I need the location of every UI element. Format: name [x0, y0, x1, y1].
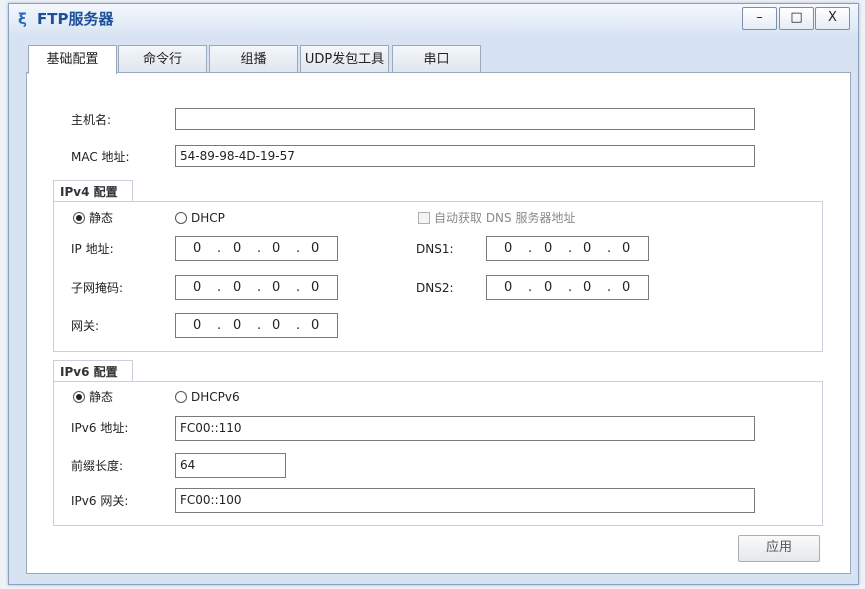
ipv6-gateway-input[interactable]: FC00::100 [175, 488, 755, 513]
prefix-length-input[interactable]: 64 [175, 453, 286, 478]
ip-octet: 0 [272, 318, 281, 333]
ipv6-group-title: IPv6 配置 [53, 360, 133, 383]
ipv6-gateway-label: IPv6 网关: [71, 494, 129, 508]
octet-dot: . [568, 241, 573, 256]
tab-udp-tool[interactable]: UDP发包工具 [300, 45, 389, 73]
octet-dot: . [257, 280, 262, 295]
ip-octet: 0 [311, 280, 320, 295]
octet-dot: . [217, 241, 222, 256]
ip-octet: 0 [311, 241, 320, 256]
ip-octet: 0 [233, 318, 242, 333]
tab-command-line[interactable]: 命令行 [118, 45, 207, 73]
ip-octet: 0 [622, 280, 631, 295]
ipv6-address-label: IPv6 地址: [71, 421, 129, 435]
ip-octet: 0 [272, 280, 281, 295]
prefix-length-label: 前缀长度: [71, 459, 124, 473]
dns1-input[interactable]: 0 . 0 . 0 . 0 [486, 236, 649, 261]
ipv4-config-group: 静态 DHCP 自动获取 DNS 服务器地址 IP 地址: 0 . 0 . 0 … [53, 201, 823, 352]
gateway-input[interactable]: 0 . 0 . 0 . 0 [175, 313, 338, 338]
ip-octet: 0 [193, 241, 202, 256]
ipv6-dhcp-label: DHCPv6 [191, 390, 240, 404]
minimize-button[interactable]: – [742, 7, 777, 30]
ipv4-group-title: IPv4 配置 [53, 180, 133, 203]
ipv6-dhcp-radio[interactable] [175, 391, 187, 403]
ip-octet: 0 [544, 241, 553, 256]
maximize-button[interactable]: □ [779, 7, 814, 30]
octet-dot: . [257, 241, 262, 256]
ipv4-static-label: 静态 [89, 211, 114, 225]
ip-octet: 0 [504, 280, 513, 295]
ip-octet: 0 [622, 241, 631, 256]
octet-dot: . [296, 318, 301, 333]
octet-dot: . [296, 280, 301, 295]
octet-dot: . [568, 280, 573, 295]
octet-dot: . [257, 318, 262, 333]
octet-dot: . [607, 241, 612, 256]
octet-dot: . [217, 280, 222, 295]
ip-octet: 0 [311, 318, 320, 333]
basic-config-panel: 主机名: MAC 地址: 54-89-98-4D-19-57 IPv4 配置 静… [26, 72, 851, 574]
ipv6-static-radio[interactable] [73, 391, 85, 403]
close-button[interactable]: X [815, 7, 850, 30]
mac-address-field: 54-89-98-4D-19-57 [175, 145, 755, 167]
octet-dot: . [217, 318, 222, 333]
ip-octet: 0 [544, 280, 553, 295]
ipv4-dhcp-radio[interactable] [175, 212, 187, 224]
window-title: FTP服务器 [37, 10, 114, 28]
ip-octet: 0 [504, 241, 513, 256]
hostname-input[interactable] [175, 108, 755, 130]
auto-dns-checkbox[interactable] [418, 212, 430, 224]
octet-dot: . [607, 280, 612, 295]
ipv4-dhcp-label: DHCP [191, 211, 225, 225]
hostname-label: 主机名: [71, 113, 112, 127]
subnet-mask-label: 子网掩码: [71, 281, 124, 295]
gateway-label: 网关: [71, 319, 100, 333]
ip-octet: 0 [583, 241, 592, 256]
auto-dns-label: 自动获取 DNS 服务器地址 [434, 211, 576, 225]
ip-octet: 0 [193, 318, 202, 333]
ftp-server-window: ξ FTP服务器 – □ X 基础配置 命令行 组播 UDP发包工具 串口 主机… [8, 3, 859, 585]
ipv6-config-group: 静态 DHCPv6 IPv6 地址: FC00::110 前缀长度: 64 IP… [53, 381, 823, 526]
dns1-label: DNS1: [416, 242, 454, 256]
ipv6-static-label: 静态 [89, 390, 114, 404]
ip-octet: 0 [583, 280, 592, 295]
ipv6-address-input[interactable]: FC00::110 [175, 416, 755, 441]
dns2-label: DNS2: [416, 281, 454, 295]
octet-dot: . [528, 280, 533, 295]
apply-button[interactable]: 应用 [738, 535, 820, 562]
tab-multicast[interactable]: 组播 [209, 45, 298, 73]
title-bar[interactable]: ξ FTP服务器 – □ X [9, 4, 858, 33]
tab-serial-port[interactable]: 串口 [392, 45, 481, 73]
tab-basic-config[interactable]: 基础配置 [28, 45, 117, 74]
ipv4-static-radio[interactable] [73, 212, 85, 224]
ip-octet: 0 [233, 241, 242, 256]
octet-dot: . [296, 241, 301, 256]
ip-address-input[interactable]: 0 . 0 . 0 . 0 [175, 236, 338, 261]
ip-octet: 0 [193, 280, 202, 295]
dns2-input[interactable]: 0 . 0 . 0 . 0 [486, 275, 649, 300]
subnet-mask-input[interactable]: 0 . 0 . 0 . 0 [175, 275, 338, 300]
ip-address-label: IP 地址: [71, 242, 114, 256]
mac-label: MAC 地址: [71, 150, 130, 164]
ip-octet: 0 [272, 241, 281, 256]
ip-octet: 0 [233, 280, 242, 295]
octet-dot: . [528, 241, 533, 256]
app-logo-icon: ξ [18, 10, 27, 28]
